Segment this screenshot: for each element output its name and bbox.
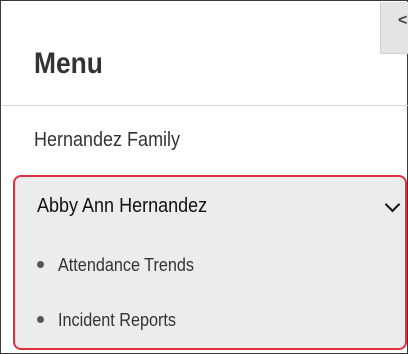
submenu-item-label: Incident Reports (58, 310, 176, 330)
submenu-item-label: Attendance Trends (58, 255, 194, 275)
bullet-icon (37, 315, 44, 323)
chevron-down-icon[interactable] (384, 196, 401, 213)
side-menu-panel: < Menu Hernandez Family Abby Ann Hernand… (0, 0, 408, 354)
selected-person-group: Abby Ann Hernandez Attendance Trends Inc… (13, 175, 407, 350)
menu-divider (2, 105, 408, 106)
submenu-item-attendance-trends[interactable]: Attendance Trends (37, 255, 209, 276)
menu-item-person[interactable]: Abby Ann Hernandez (37, 195, 207, 218)
menu-item-family[interactable]: Hernandez Family (34, 129, 180, 152)
bullet-icon (37, 260, 44, 268)
chevron-left-icon: < (398, 12, 408, 29)
submenu-item-incident-reports[interactable]: Incident Reports (37, 310, 189, 331)
menu-title: Menu (34, 47, 103, 80)
collapse-menu-button[interactable]: < (380, 2, 408, 54)
